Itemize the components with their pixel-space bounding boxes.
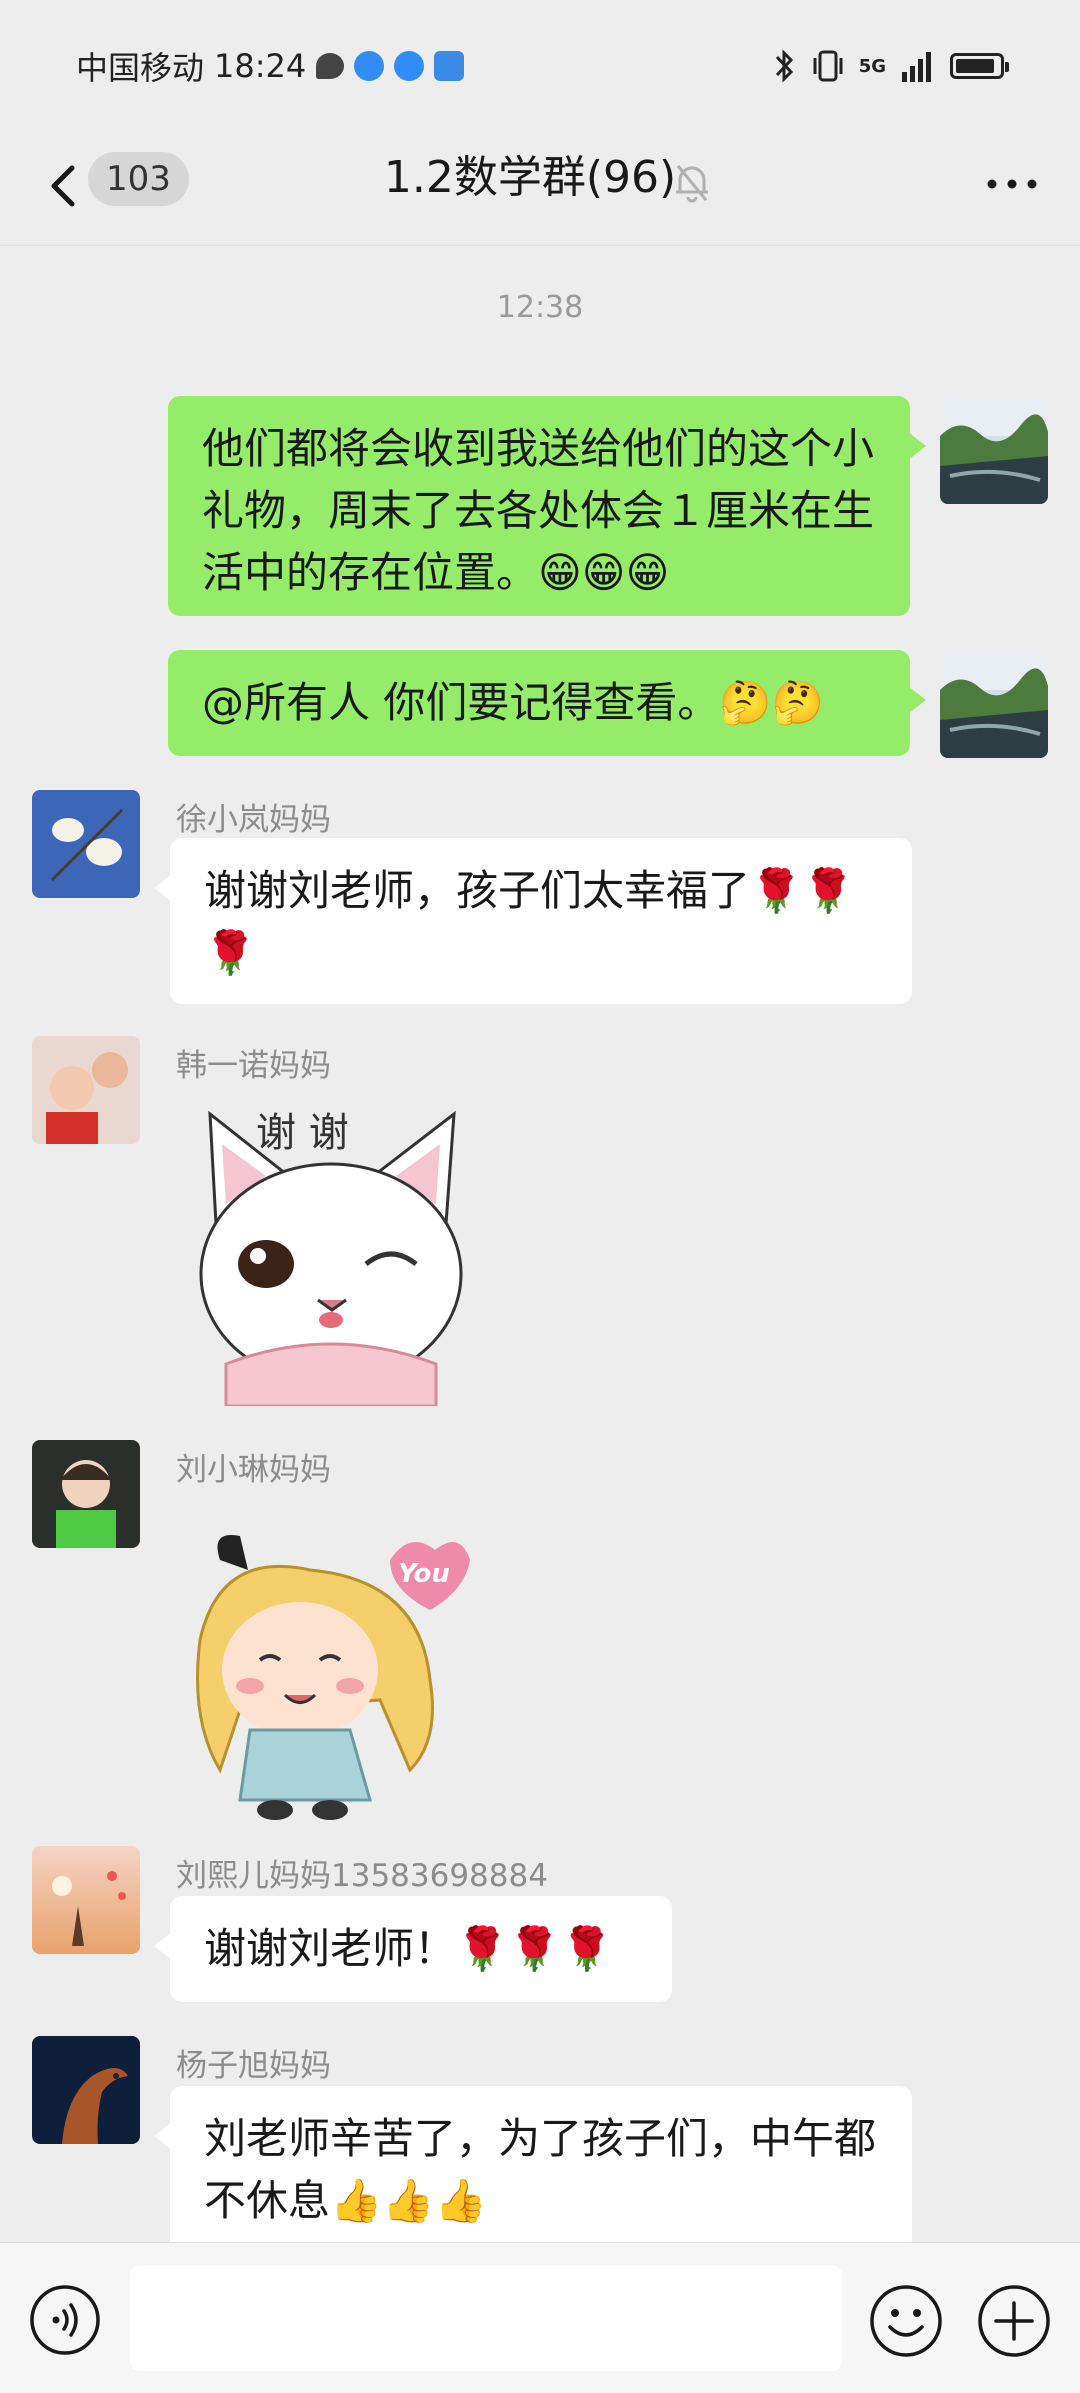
chat-title[interactable]: 1.2数学群(96) <box>0 148 1080 208</box>
mute-bell-icon <box>676 165 708 203</box>
network-type: 5G <box>858 55 886 77</box>
message-text: 谢谢刘老师，孩子们太幸福了🌹🌹🌹 <box>204 866 855 977</box>
my-avatar[interactable] <box>940 396 1048 504</box>
message-text: @所有人 你们要记得查看。🤔🤔 <box>202 678 824 727</box>
message-text: 他们都将会收到我送给他们的这个小礼物，周末了去各处体会１厘米在生活中的存在位置。… <box>202 424 875 597</box>
battery-icon <box>950 53 1009 79</box>
input-bar <box>0 2242 1080 2393</box>
cat-sticker[interactable]: 谢 谢 <box>186 1104 476 1408</box>
bluetooth-icon <box>775 49 793 83</box>
emoji-icon[interactable] <box>868 2283 944 2359</box>
message-input[interactable] <box>130 2265 842 2371</box>
voice-icon[interactable] <box>28 2283 102 2357</box>
sender-avatar[interactable] <box>32 1846 140 1954</box>
sender-name: 刘小琳妈妈 <box>176 1452 331 1488</box>
sender-avatar[interactable] <box>32 790 140 898</box>
sender-avatar[interactable] <box>32 1440 140 1548</box>
sender-name: 刘熙儿妈妈13583698884 <box>176 1858 548 1894</box>
message-text: 刘老师辛苦了，为了孩子们，中午都不休息👍👍👍 <box>204 2114 877 2225</box>
time-separator: 12:38 <box>496 290 584 325</box>
message-bubble[interactable]: 谢谢刘老师，孩子们太幸福了🌹🌹🌹 <box>154 838 912 1004</box>
status-bar: 中国移动 18:24 5G <box>0 0 1080 130</box>
app-notification-icon-2 <box>394 51 425 81</box>
girl-sticker[interactable]: You <box>180 1520 470 1820</box>
my-avatar[interactable] <box>940 650 1048 758</box>
sender-avatar[interactable] <box>32 2036 140 2144</box>
signal-icon <box>902 52 931 82</box>
my-message-bubble[interactable]: @所有人 你们要记得查看。🤔🤔 <box>168 650 926 756</box>
sender-name: 韩一诺妈妈 <box>176 1048 331 1084</box>
sticker-caption: 谢 谢 <box>256 1110 349 1156</box>
my-message-bubble[interactable]: 他们都将会收到我送给他们的这个小礼物，周末了去各处体会１厘米在生活中的存在位置。… <box>168 396 926 616</box>
chat-title-text: 1.2数学群(96) <box>383 152 677 203</box>
app-notification-icon <box>354 51 385 81</box>
message-text: 谢谢刘老师！🌹🌹🌹 <box>204 1924 613 1973</box>
status-left: 中国移动 18:24 <box>76 44 465 88</box>
sender-avatar[interactable] <box>32 1036 140 1144</box>
message-bubble[interactable]: 刘老师辛苦了，为了孩子们，中午都不休息👍👍👍 <box>154 2086 912 2252</box>
weather-icon <box>434 51 465 81</box>
more-dots-icon[interactable] <box>982 164 1042 204</box>
plus-icon[interactable] <box>976 2283 1052 2359</box>
status-right: 5G <box>773 44 1009 88</box>
chat-notification-icon <box>316 53 345 79</box>
clock: 18:24 <box>214 47 307 85</box>
sticker-caption: You <box>398 1559 450 1589</box>
carrier-label: 中国移动 <box>76 49 205 87</box>
vibrate-icon <box>813 50 843 82</box>
sender-name: 徐小岚妈妈 <box>176 802 331 838</box>
sender-name: 杨子旭妈妈 <box>176 2048 331 2084</box>
message-bubble[interactable]: 谢谢刘老师！🌹🌹🌹 <box>154 1896 672 2002</box>
chat-header: 103 1.2数学群(96) <box>0 130 1080 246</box>
